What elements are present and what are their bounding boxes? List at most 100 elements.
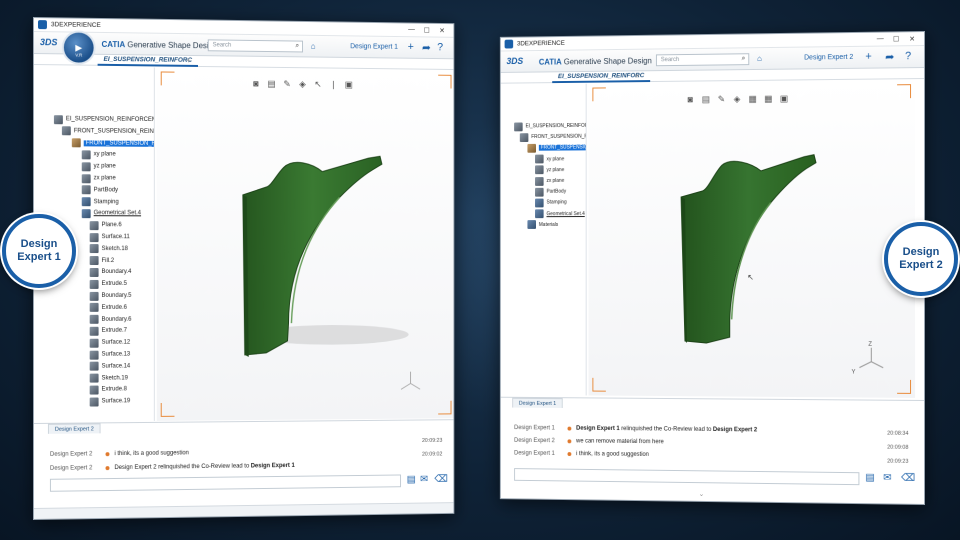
share-icon[interactable]: ➦ bbox=[885, 50, 894, 63]
tree-item[interactable]: Stamping bbox=[81, 197, 119, 207]
product-icon bbox=[53, 114, 63, 124]
maximize-button[interactable]: ☐ bbox=[419, 26, 434, 34]
tree-item[interactable]: PartBody bbox=[81, 185, 119, 195]
tree-item[interactable]: EI_SUSPENSION_REINFORCEM bbox=[53, 114, 155, 125]
tree-item-label: zx plane bbox=[93, 175, 116, 182]
tree-item[interactable]: Geometrical Set.4 bbox=[535, 209, 585, 219]
tree-item-label: Materials bbox=[538, 221, 559, 228]
plane-icon bbox=[535, 165, 544, 175]
axis-z-label: Z bbox=[868, 342, 872, 348]
tree-item[interactable]: Surface.11 bbox=[89, 232, 130, 242]
tree-item[interactable]: PartBody bbox=[535, 187, 566, 197]
attach-icon[interactable]: ▤ bbox=[865, 472, 874, 483]
tag-icon[interactable]: ⌂ bbox=[757, 54, 762, 63]
user-name[interactable]: Design Expert 2 bbox=[804, 54, 853, 62]
close-button[interactable]: ✕ bbox=[904, 35, 920, 43]
tree-item-label: Stamping bbox=[546, 199, 567, 206]
help-icon[interactable]: ? bbox=[437, 41, 443, 53]
tree-item[interactable]: Extrude.8 bbox=[89, 385, 127, 395]
maximize-button[interactable]: ☐ bbox=[888, 35, 904, 43]
compass-triad-icon: Z Y bbox=[851, 342, 883, 376]
tree-item[interactable]: Boundary.4 bbox=[89, 267, 131, 277]
chat-panel: Design Expert 2 Design Expert 2 i think,… bbox=[33, 419, 455, 520]
tree-item-label: Plane.6 bbox=[101, 222, 122, 229]
surface-icon bbox=[89, 338, 99, 348]
3d-viewport[interactable]: ◙ ▤ ✎ ◈ ↖ | ▣ bbox=[156, 67, 455, 421]
tree-item[interactable]: yz plane bbox=[535, 165, 564, 175]
clear-icon[interactable]: ⌫ bbox=[901, 473, 915, 484]
send-icon[interactable]: ✉ bbox=[883, 473, 891, 484]
tree-item[interactable]: zx plane bbox=[535, 176, 564, 186]
tree-item[interactable]: yz plane bbox=[81, 161, 116, 172]
tree-item[interactable]: FRONT_SUSPENSION_ bbox=[527, 143, 587, 153]
app-brand: CATIA bbox=[101, 39, 126, 50]
tree-item[interactable]: Surface.19 bbox=[89, 396, 130, 407]
send-icon[interactable]: ✉ bbox=[420, 474, 428, 485]
tree-item[interactable]: Stamping bbox=[535, 198, 567, 208]
search-input[interactable]: Search ⌕ bbox=[655, 53, 750, 67]
minimize-button[interactable]: — bbox=[404, 26, 419, 33]
new-tab-icon[interactable]: + bbox=[635, 71, 640, 80]
minimize-button[interactable]: — bbox=[872, 36, 888, 43]
clear-icon[interactable]: ⌫ bbox=[434, 474, 447, 485]
tree-item[interactable]: xy plane bbox=[81, 150, 116, 160]
tree-item[interactable]: xy plane bbox=[535, 154, 564, 164]
share-icon[interactable]: ➦ bbox=[422, 41, 431, 54]
attach-icon[interactable]: ▤ bbox=[407, 474, 416, 485]
message-time: 20:09:02 bbox=[422, 451, 443, 458]
tag-icon[interactable]: ⌂ bbox=[311, 42, 316, 51]
chat-message: Design Expert 2 Design Expert 2 relinqui… bbox=[50, 463, 295, 472]
new-tab-icon[interactable]: + bbox=[186, 56, 191, 65]
tree-item[interactable]: Extrude.5 bbox=[89, 279, 127, 289]
message-author: Design Expert 2 bbox=[49, 465, 93, 472]
tree-item[interactable]: Materials bbox=[527, 220, 558, 230]
surface-icon bbox=[89, 232, 99, 242]
tree-item[interactable]: Sketch.18 bbox=[89, 244, 128, 254]
tree-item[interactable]: Fill.2 bbox=[89, 256, 114, 266]
tree-item[interactable]: Geometrical Set.4 bbox=[81, 209, 141, 219]
tree-item-label: xy plane bbox=[546, 155, 565, 162]
search-icon[interactable]: ⌕ bbox=[295, 43, 299, 51]
help-icon[interactable]: ? bbox=[905, 50, 911, 62]
tree-item[interactable]: FRONT_SUSPENSION_RE bbox=[71, 138, 155, 149]
suspension-reinforcement-part[interactable] bbox=[681, 155, 816, 344]
tree-item[interactable]: zx plane bbox=[81, 173, 116, 183]
add-icon[interactable]: + bbox=[865, 51, 871, 63]
specification-tree: EI_SUSPENSION_REINFORCEM FRONT_SUSPENSION… bbox=[500, 83, 587, 396]
compass-icon[interactable]: ▶ V.R bbox=[61, 30, 96, 65]
tree-item[interactable]: FRONT_SUSPENSION_REIN bbox=[61, 126, 154, 137]
3d-viewport[interactable]: ◙ ▤ ✎ ◈ ▦ ▦ ▣ ↖ Z Y bbox=[588, 80, 916, 398]
tree-item[interactable]: Boundary.5 bbox=[89, 291, 131, 301]
product-icon bbox=[514, 122, 523, 131]
user-name[interactable]: Design Expert 1 bbox=[350, 43, 398, 50]
tree-item[interactable]: Extrude.7 bbox=[89, 326, 127, 336]
suspension-reinforcement-part[interactable] bbox=[243, 155, 382, 355]
tree-item[interactable]: Surface.13 bbox=[89, 350, 130, 360]
chat-message: Design Expert 1 Design Expert 1 relinqui… bbox=[514, 425, 757, 433]
sketch-icon bbox=[89, 244, 99, 254]
tree-item[interactable]: EI_SUSPENSION_REINFORCEM bbox=[514, 121, 587, 132]
chevron-down-icon[interactable]: ⌄ bbox=[699, 490, 705, 498]
tree-item[interactable]: Surface.14 bbox=[89, 361, 130, 371]
tree-item-label: PartBody bbox=[93, 187, 119, 194]
add-icon[interactable]: + bbox=[408, 41, 414, 53]
tree-item-label: Extrude.6 bbox=[101, 304, 127, 311]
search-icon[interactable]: ⌕ bbox=[742, 55, 746, 63]
window-design-expert-2: 3DEXPERIENCE — ☐ ✕ 3DS CATIA Generative … bbox=[499, 31, 925, 505]
tree-item[interactable]: Extrude.6 bbox=[89, 303, 127, 313]
tree-item[interactable]: Surface.12 bbox=[89, 338, 130, 348]
tree-item[interactable]: FRONT_SUSPENSION_REIN bbox=[519, 132, 587, 142]
chat-tab[interactable]: Design Expert 1 bbox=[512, 397, 563, 408]
close-button[interactable]: ✕ bbox=[434, 26, 449, 34]
tree-item[interactable]: Plane.6 bbox=[89, 220, 122, 230]
tree-item[interactable]: Boundary.6 bbox=[89, 314, 131, 324]
tree-item[interactable]: Sketch.19 bbox=[89, 373, 128, 383]
document-tab[interactable]: EI_SUSPENSION_REINFORC bbox=[97, 54, 198, 67]
chat-tab[interactable]: Design Expert 2 bbox=[47, 423, 101, 434]
search-input[interactable]: Search ⌕ bbox=[207, 39, 304, 53]
tree-item-label: PartBody bbox=[546, 188, 567, 195]
message-author: Design Expert 2 bbox=[514, 437, 555, 445]
chat-input[interactable] bbox=[49, 474, 402, 492]
chat-input[interactable] bbox=[514, 468, 860, 486]
message-dot bbox=[105, 466, 110, 471]
